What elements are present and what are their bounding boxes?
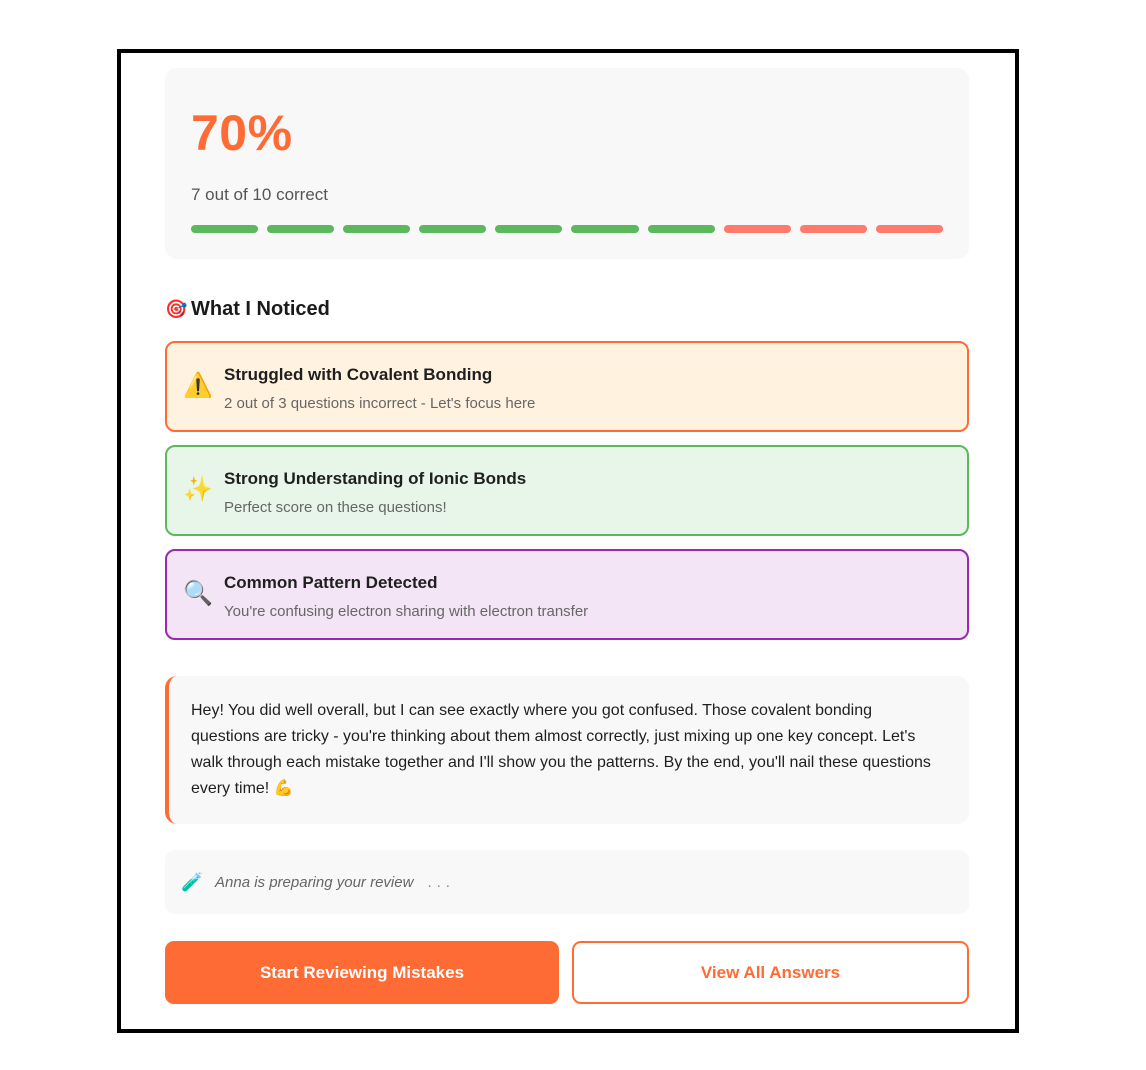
progress-segment-correct	[571, 225, 639, 233]
tutor-message-text: Hey! You did well overall, but I can see…	[191, 702, 931, 797]
insight-title: Strong Understanding of Ionic Bonds	[224, 469, 527, 488]
action-buttons: Start Reviewing Mistakes View All Answer…	[165, 941, 969, 1004]
review-status: 🧪 Anna is preparing your review ...	[165, 850, 969, 914]
insight-description: 2 out of 3 questions incorrect - Let's f…	[224, 395, 536, 412]
insight-title: Common Pattern Detected	[224, 573, 438, 592]
insight-card-pattern[interactable]: 🔍 Common Pattern Detected You're confusi…	[165, 549, 969, 640]
start-reviewing-button[interactable]: Start Reviewing Mistakes	[165, 941, 559, 1004]
progress-segment-correct	[267, 225, 335, 233]
progress-segment-correct	[419, 225, 487, 233]
warning-icon: ⚠️	[183, 372, 213, 399]
progress-segment-incorrect	[723, 225, 791, 233]
progress-segment-correct	[191, 225, 259, 233]
insight-card-covalent[interactable]: ⚠️ Struggled with Covalent Bonding 2 out…	[165, 341, 969, 432]
progress-segment-incorrect	[799, 225, 867, 233]
results-frame: 70% 7 out of 10 correct 🎯 What I Noticed…	[117, 49, 1019, 1033]
progress-segment-incorrect	[875, 225, 943, 233]
score-summary: 7 out of 10 correct	[191, 185, 329, 204]
insights-heading-label: What I Noticed	[191, 298, 330, 320]
target-icon: 🎯	[165, 299, 188, 319]
progress-segment-correct	[647, 225, 715, 233]
insights-heading: 🎯 What I Noticed	[165, 298, 330, 321]
progress-segment-correct	[343, 225, 411, 233]
insight-card-ionic[interactable]: ✨ Strong Understanding of Ionic Bonds Pe…	[165, 445, 969, 536]
score-percent: 70%	[191, 105, 293, 161]
insight-title: Struggled with Covalent Bonding	[224, 365, 493, 384]
insight-description: Perfect score on these questions!	[224, 499, 447, 516]
insight-description: You're confusing electron sharing with e…	[224, 603, 589, 620]
results-content: 70% 7 out of 10 correct 🎯 What I Noticed…	[165, 68, 969, 1004]
score-card: 70% 7 out of 10 correct	[165, 68, 969, 259]
test-tube-icon: 🧪	[181, 871, 204, 892]
insights-list: ⚠️ Struggled with Covalent Bonding 2 out…	[165, 341, 969, 653]
tutor-message: Hey! You did well overall, but I can see…	[165, 676, 969, 824]
loading-dots: ...	[427, 873, 455, 891]
sparkles-icon: ✨	[183, 476, 213, 503]
progress-segment-correct	[495, 225, 563, 233]
review-status-text: Anna is preparing your review	[215, 873, 414, 891]
view-all-answers-button[interactable]: View All Answers	[572, 941, 969, 1004]
flexed-biceps-icon: 💪	[273, 780, 294, 797]
magnifier-icon: 🔍	[183, 580, 213, 607]
score-progress-bar	[191, 225, 943, 233]
